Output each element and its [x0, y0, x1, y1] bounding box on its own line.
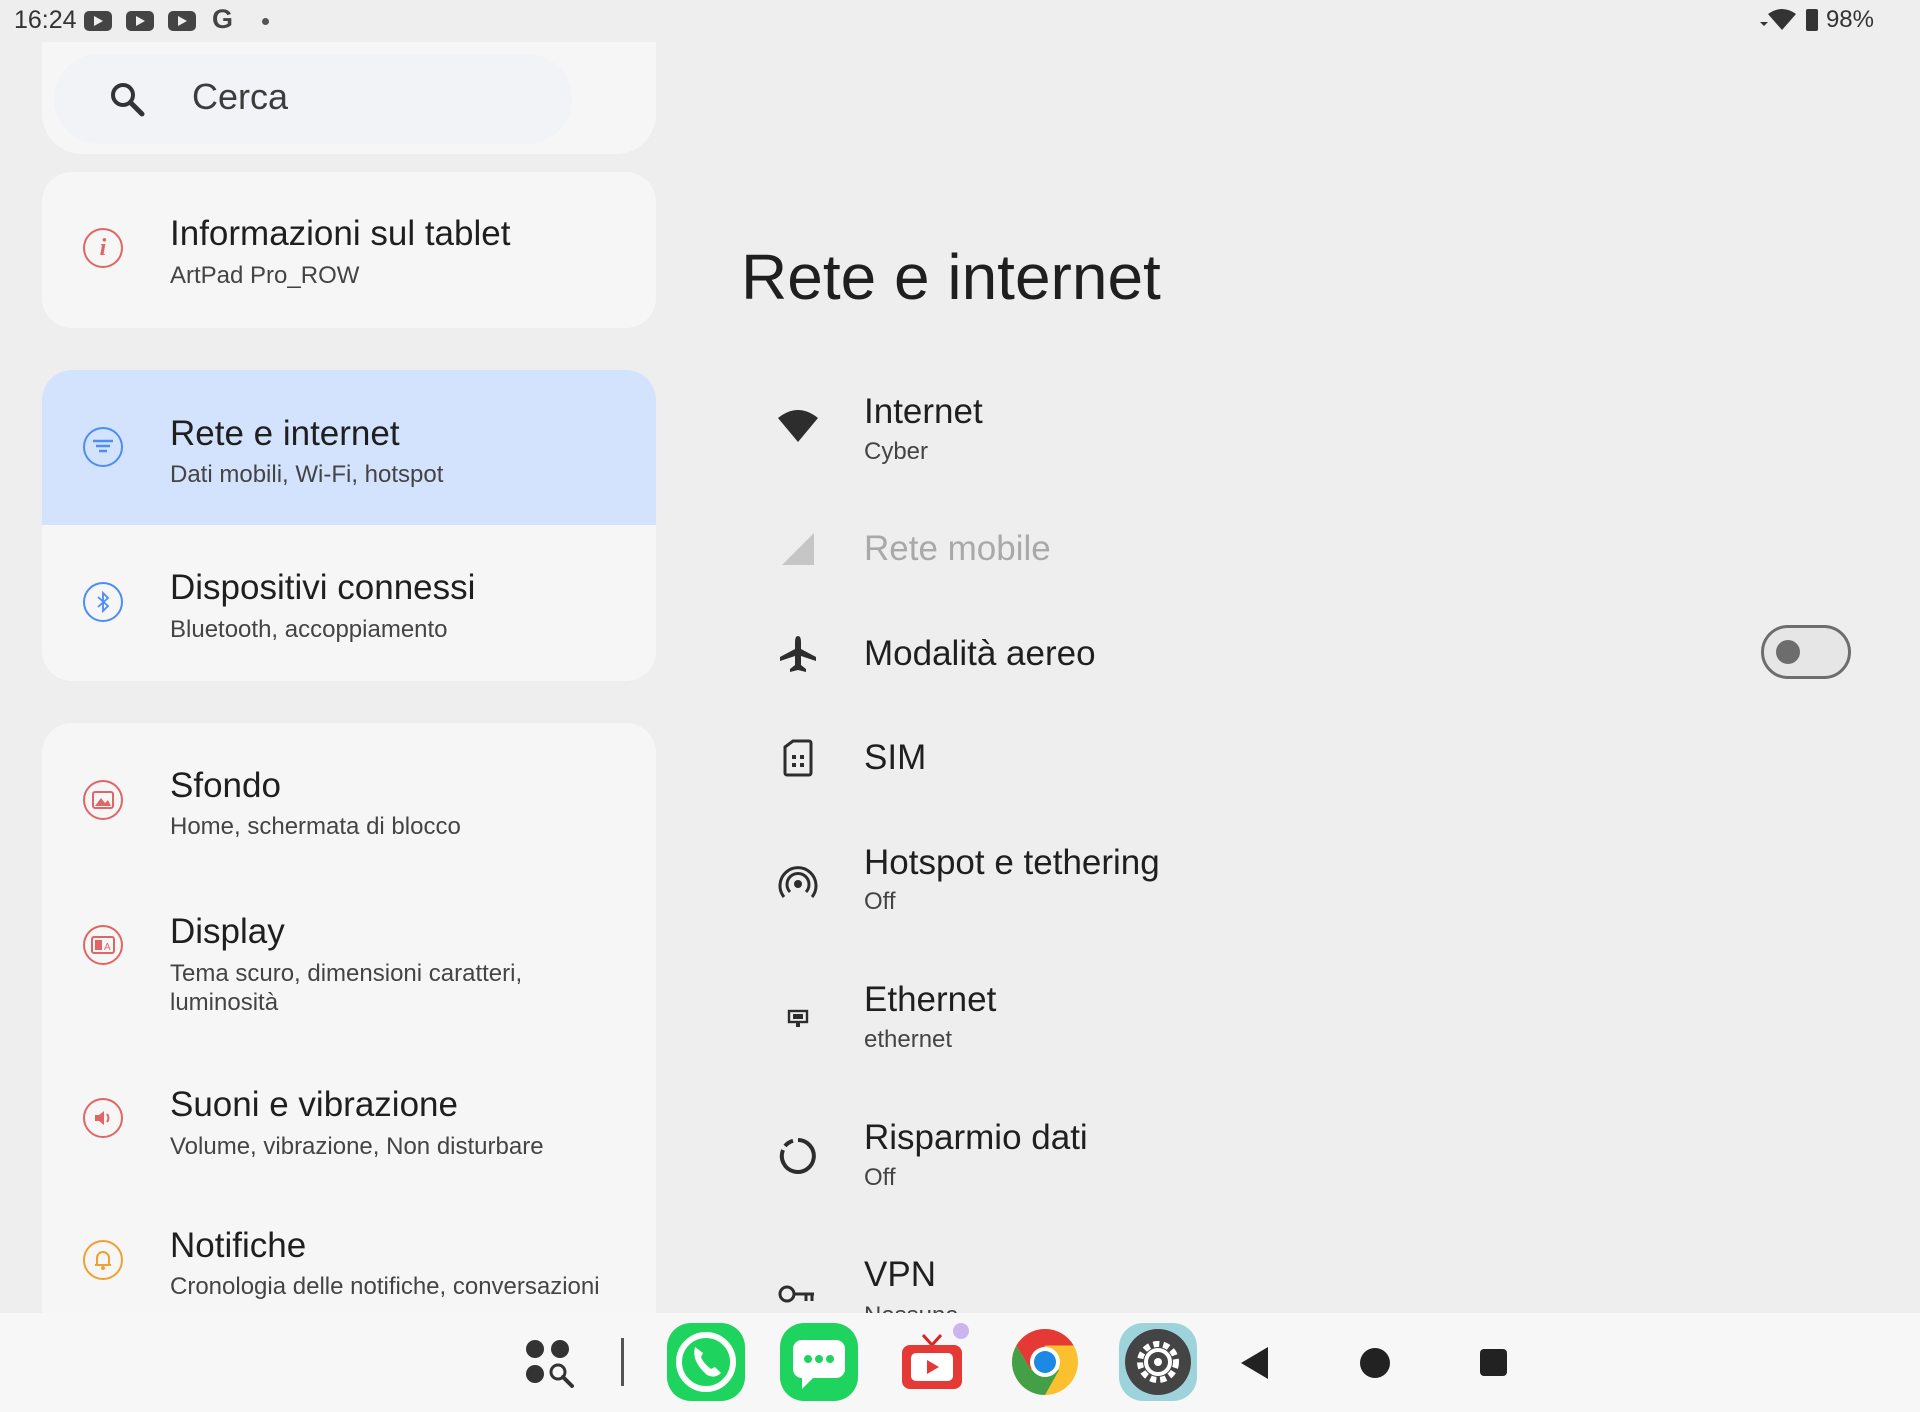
dock-divider: [621, 1338, 624, 1386]
sidebar-item-title: Display: [170, 912, 285, 951]
row-title: Rete mobile: [864, 529, 1051, 568]
bell-icon: [83, 1240, 123, 1280]
row-data-saver[interactable]: Risparmio dati Off: [740, 1114, 1880, 1214]
svg-text:A: A: [104, 942, 111, 953]
phone-app-icon[interactable]: [667, 1323, 745, 1401]
network-icon: [83, 427, 123, 467]
bluetooth-icon: [83, 582, 123, 622]
tv-app-icon[interactable]: [893, 1323, 971, 1401]
status-time: 16:24: [14, 6, 77, 34]
sidebar-item-network[interactable]: Rete e internet Dati mobili, Wi-Fi, hots…: [42, 370, 656, 525]
mobile-signal-icon: [776, 527, 820, 571]
wallpaper-icon: [83, 780, 123, 820]
back-icon[interactable]: [1241, 1347, 1268, 1379]
search-icon: [111, 83, 145, 117]
row-mobile-network: Rete mobile: [740, 515, 1880, 585]
sidebar-item-title: Dispositivi connessi: [170, 568, 476, 607]
sidebar-item-subtitle: Tema scuro, dimensioni caratteri, lumino…: [170, 960, 523, 1016]
row-subtitle: Cyber: [864, 438, 929, 465]
sidebar-item-display[interactable]: A Display Tema scuro, dimensioni caratte…: [42, 868, 656, 1043]
sidebar-item-subtitle: Home, schermata di blocco: [170, 813, 461, 840]
sidebar-group-connectivity: Rete e internet Dati mobili, Wi-Fi, hots…: [42, 370, 656, 681]
row-title: Internet: [864, 392, 983, 431]
data-saver-icon: [776, 1134, 820, 1178]
more-dot-icon: [262, 18, 269, 25]
sidebar-item-sound[interactable]: Suoni e vibrazione Volume, vibrazione, N…: [42, 1043, 656, 1183]
status-right: 98%: [1758, 6, 1874, 34]
search-placeholder: Cerca: [192, 76, 289, 117]
airplane-icon: [776, 632, 820, 676]
row-internet[interactable]: Internet Cyber: [740, 380, 1880, 480]
sidebar-item-subtitle: Bluetooth, accoppiamento: [170, 616, 448, 643]
sound-icon: [83, 1098, 123, 1138]
row-title: Hotspot e tethering: [864, 843, 1160, 882]
vpn-key-icon: [776, 1272, 820, 1316]
row-airplane-mode[interactable]: Modalità aereo: [740, 620, 1880, 690]
status-bar: 16:24 G 98%: [0, 0, 1920, 42]
sidebar-item-title: Notifiche: [170, 1226, 307, 1265]
sidebar-item-connected-devices[interactable]: Dispositivi connessi Bluetooth, accoppia…: [42, 525, 656, 681]
row-subtitle: Off: [864, 1164, 896, 1191]
hotspot-icon: [776, 862, 820, 906]
sidebar-item-title: Informazioni sul tablet: [170, 214, 511, 253]
battery-icon: [1805, 9, 1818, 31]
row-title: Ethernet: [864, 980, 997, 1019]
search-input[interactable]: Cerca: [54, 54, 572, 144]
sidebar-group-about: i Informazioni sul tablet ArtPad Pro_ROW: [42, 172, 656, 328]
sidebar-item-about-tablet[interactable]: i Informazioni sul tablet ArtPad Pro_ROW: [42, 172, 656, 328]
row-title: Modalità aereo: [864, 634, 1096, 673]
search-card: Cerca: [42, 42, 656, 154]
youtube-icon: [126, 11, 154, 31]
settings-app-icon[interactable]: [1119, 1323, 1197, 1401]
row-ethernet[interactable]: Ethernet ethernet: [740, 976, 1880, 1076]
airplane-mode-toggle[interactable]: [1761, 625, 1851, 679]
sidebar-group-personalization: Sfondo Home, schermata di blocco A Displ…: [42, 723, 656, 1343]
sidebar-item-subtitle: Dati mobili, Wi-Fi, hotspot: [170, 461, 444, 488]
messages-app-icon[interactable]: [780, 1323, 858, 1401]
youtube-icon: [168, 11, 196, 31]
display-icon: A: [83, 925, 123, 965]
info-icon: i: [83, 228, 123, 268]
app-drawer-icon[interactable]: [520, 1334, 576, 1390]
row-hotspot[interactable]: Hotspot e tethering Off: [740, 838, 1880, 938]
row-subtitle: ethernet: [864, 1026, 953, 1053]
sidebar-item-subtitle: ArtPad Pro_ROW: [170, 262, 360, 289]
wifi-icon: [776, 404, 820, 448]
notification-dot: [953, 1323, 969, 1339]
sidebar-item-title: Rete e internet: [170, 414, 400, 453]
row-sim[interactable]: SIM: [740, 722, 1880, 792]
battery-level: 98%: [1825, 6, 1874, 33]
sidebar-item-title: Suoni e vibrazione: [170, 1085, 458, 1124]
sidebar-item-subtitle: Cronologia delle notifiche, conversazion…: [170, 1273, 600, 1300]
sidebar-item-title: Sfondo: [170, 766, 281, 805]
ethernet-icon: [776, 996, 820, 1040]
chrome-app-icon[interactable]: [1006, 1323, 1084, 1401]
row-title: VPN: [864, 1255, 936, 1294]
row-subtitle: Off: [864, 888, 896, 915]
google-icon: G: [212, 4, 234, 34]
sidebar-item-subtitle: Volume, vibrazione, Non disturbare: [170, 1133, 544, 1160]
recents-icon[interactable]: [1480, 1349, 1507, 1376]
home-icon[interactable]: [1360, 1348, 1390, 1378]
row-title: Risparmio dati: [864, 1118, 1088, 1157]
toggle-knob: [1776, 640, 1800, 664]
sidebar-item-wallpaper[interactable]: Sfondo Home, schermata di blocco: [42, 723, 656, 868]
youtube-icon: [84, 11, 112, 31]
wifi-status-icon: [1759, 9, 1796, 30]
row-title: SIM: [864, 738, 927, 777]
sim-icon: [776, 736, 820, 780]
page-title: Rete e internet: [741, 241, 1161, 313]
